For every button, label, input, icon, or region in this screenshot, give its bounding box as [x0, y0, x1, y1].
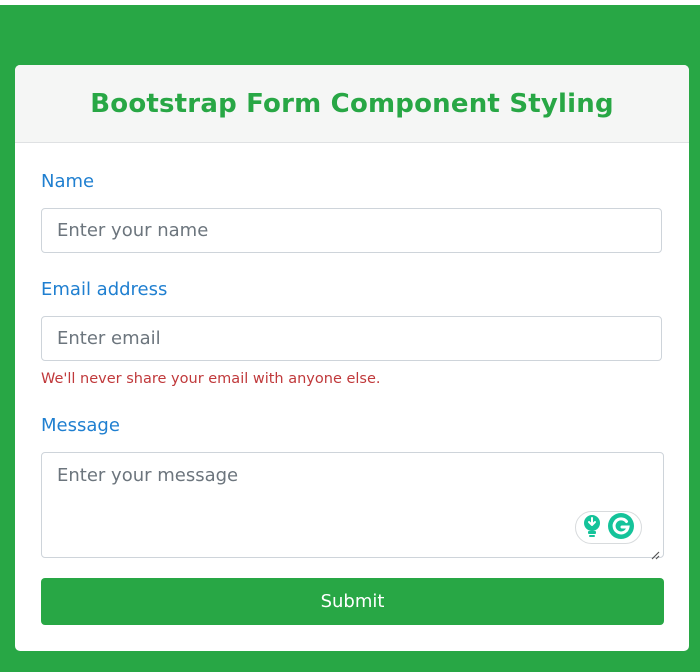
email-label: Email address — [41, 279, 168, 300]
card-header: Bootstrap Form Component Styling — [15, 65, 689, 143]
name-input[interactable] — [41, 208, 662, 253]
page-title: Bootstrap Form Component Styling — [90, 88, 614, 119]
grammarly-widget[interactable] — [575, 511, 642, 544]
grammarly-icon[interactable] — [607, 512, 635, 544]
email-help-text: We'll never share your email with anyone… — [41, 371, 381, 387]
email-input[interactable] — [41, 316, 662, 361]
resize-handle-icon[interactable] — [650, 545, 660, 560]
lightbulb-icon[interactable] — [582, 514, 602, 542]
submit-button[interactable]: Submit — [41, 578, 664, 625]
name-label: Name — [41, 171, 95, 192]
form-card: Bootstrap Form Component Styling Name Em… — [15, 65, 689, 651]
message-textarea[interactable] — [41, 452, 664, 558]
message-label: Message — [41, 415, 120, 436]
